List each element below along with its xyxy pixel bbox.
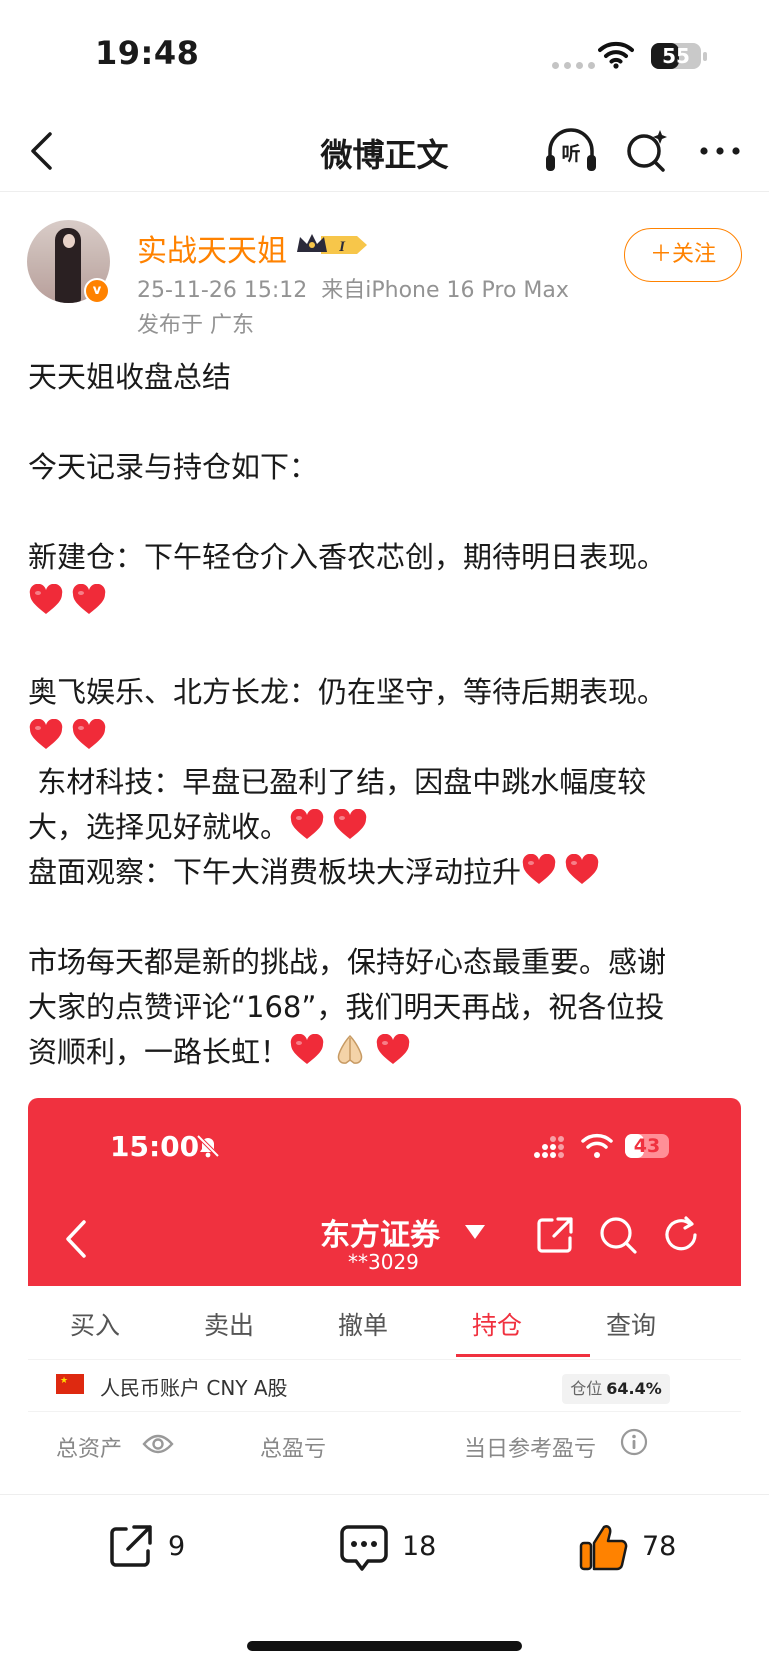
search-icon[interactable] bbox=[622, 126, 672, 176]
post-title-line: 天天姐收盘总结 bbox=[28, 360, 232, 394]
position-ratio: 仓位 64.4% bbox=[562, 1374, 670, 1404]
tab-positions: 持仓 bbox=[471, 1311, 522, 1340]
wifi-icon bbox=[581, 1133, 613, 1158]
tab-sell: 卖出 bbox=[203, 1311, 254, 1340]
account-type: 人民币账户 CNY A股 bbox=[100, 1376, 288, 1400]
heart-icon bbox=[332, 808, 368, 841]
tab-cancel: 撤单 bbox=[337, 1311, 388, 1340]
status-time: 19:48 bbox=[95, 34, 200, 72]
comment-count: 18 bbox=[402, 1531, 437, 1562]
post-line: 大家的点赞评论“168”，我们明天再战，祝各位投 bbox=[28, 990, 665, 1024]
tab-query: 查询 bbox=[605, 1311, 656, 1340]
external-link-icon bbox=[537, 1217, 573, 1253]
post-location: 发布于 广东 bbox=[137, 313, 254, 338]
heart-icon bbox=[28, 583, 64, 616]
post-line: 今天记录与持仓如下： bbox=[28, 450, 319, 484]
eye-icon bbox=[142, 1434, 174, 1454]
image-status-time: 15:00 bbox=[110, 1130, 200, 1163]
heart-icon bbox=[71, 583, 107, 616]
wifi-icon bbox=[598, 41, 634, 69]
battery-icon: 43 bbox=[625, 1134, 669, 1158]
share-button[interactable]: 9 bbox=[106, 1521, 206, 1577]
post-line: 盘面观察：下午大消费板块大浮动拉升 bbox=[28, 855, 522, 889]
account-row: ★ 人民币账户 CNY A股 仓位 64.4% bbox=[28, 1360, 741, 1412]
heart-icon bbox=[521, 853, 557, 886]
like-icon bbox=[579, 1525, 628, 1571]
like-button[interactable]: 78 bbox=[578, 1521, 688, 1577]
comment-button[interactable]: 18 bbox=[338, 1521, 448, 1577]
author-name[interactable]: 实战天天姐 bbox=[137, 226, 287, 270]
info-icon bbox=[620, 1428, 648, 1456]
crown-icon: I bbox=[297, 234, 367, 255]
cellular-signal-icon bbox=[552, 62, 595, 69]
bell-muted-icon bbox=[196, 1134, 220, 1158]
heart-icon bbox=[564, 853, 600, 886]
nav-bar: 微博正文 听 bbox=[0, 110, 769, 192]
post-line: 市场每天都是新的挑战，保持好心态最重要。感谢 bbox=[28, 945, 667, 979]
emoji-row bbox=[28, 580, 748, 625]
action-bar: 9 18 78 bbox=[0, 1494, 769, 1604]
total-pnl-label: 总盈亏 bbox=[260, 1437, 327, 1462]
china-flag-icon: ★ bbox=[56, 1374, 84, 1394]
broker-tabs: 买入 卖出 撤单 持仓 查询 bbox=[28, 1286, 741, 1360]
post-line: 资顺利，一路长虹！ bbox=[28, 1035, 290, 1069]
chevron-down-icon bbox=[465, 1225, 485, 1239]
home-indicator bbox=[247, 1641, 522, 1651]
post-source: 来自iPhone 16 Pro Max bbox=[321, 278, 569, 303]
broker-account: **3029 bbox=[348, 1250, 419, 1274]
battery-percent: 55 bbox=[662, 44, 690, 68]
emoji-row bbox=[28, 715, 748, 760]
total-assets-label: 总资产 bbox=[56, 1437, 123, 1462]
like-count: 78 bbox=[642, 1531, 677, 1562]
post-time: 25-11-26 15:12 bbox=[137, 278, 308, 303]
verified-icon: v bbox=[84, 278, 110, 304]
broker-header: 15:00 43 东方证券 **3029 bbox=[28, 1098, 741, 1286]
post-line-wrap: 资顺利，一路长虹！ bbox=[28, 1030, 748, 1075]
back-icon bbox=[66, 1220, 86, 1258]
cellular-signal-icon bbox=[534, 1136, 564, 1158]
position-value: 64.4% bbox=[606, 1379, 662, 1398]
heart-icon bbox=[28, 718, 64, 751]
post-image[interactable]: 15:00 43 东方证券 **3029 买入 卖出 撤单 持仓 查询 ★ 人民… bbox=[28, 1098, 741, 1494]
comment-icon bbox=[340, 1525, 388, 1571]
battery-icon: 55 bbox=[651, 43, 701, 69]
status-bar: 19:48 55 bbox=[0, 0, 769, 110]
image-battery-percent: 43 bbox=[633, 1135, 661, 1157]
folded-hands-icon bbox=[332, 1032, 368, 1066]
post-line: 东材科技：早盘已盈利了结，因盘中跳水幅度较 bbox=[28, 765, 647, 799]
post-line: 新建仓：下午轻仓介入香农芯创，期待明日表现。 bbox=[28, 540, 667, 574]
post-line: 大，选择见好就收。 bbox=[28, 810, 290, 844]
post-body: 天天姐收盘总结 今天记录与持仓如下： 新建仓：下午轻仓介入香农芯创，期待明日表现… bbox=[28, 355, 748, 1075]
follow-button[interactable]: ＋关注 bbox=[624, 228, 742, 282]
post-line: 奥飞娱乐、北方长龙：仍在坚守，等待后期表现。 bbox=[28, 675, 667, 709]
listen-button[interactable]: 听 bbox=[543, 125, 599, 177]
post-line-wrap: 盘面观察：下午大消费板块大浮动拉升 bbox=[28, 850, 748, 895]
heart-icon bbox=[375, 1033, 411, 1066]
search-icon bbox=[600, 1217, 637, 1254]
refresh-icon bbox=[665, 1216, 697, 1251]
tab-buy: 买入 bbox=[69, 1311, 120, 1340]
more-icon[interactable] bbox=[695, 126, 745, 176]
broker-title: 东方证券 bbox=[320, 1218, 440, 1253]
share-count: 9 bbox=[168, 1531, 186, 1562]
position-label: 仓位 bbox=[570, 1379, 603, 1398]
active-tab-indicator bbox=[456, 1354, 590, 1357]
listen-label: 听 bbox=[561, 143, 581, 165]
heart-icon bbox=[289, 808, 325, 841]
share-icon bbox=[110, 1525, 152, 1567]
level-badge-text: I bbox=[338, 239, 346, 255]
heart-icon bbox=[289, 1033, 325, 1066]
post-line-wrap: 大，选择见好就收。 bbox=[28, 805, 748, 850]
post-meta: 25-11-26 15:12 来自iPhone 16 Pro Max bbox=[137, 272, 569, 304]
daily-pnl-label: 当日参考盈亏 bbox=[464, 1437, 597, 1462]
heart-icon bbox=[71, 718, 107, 751]
